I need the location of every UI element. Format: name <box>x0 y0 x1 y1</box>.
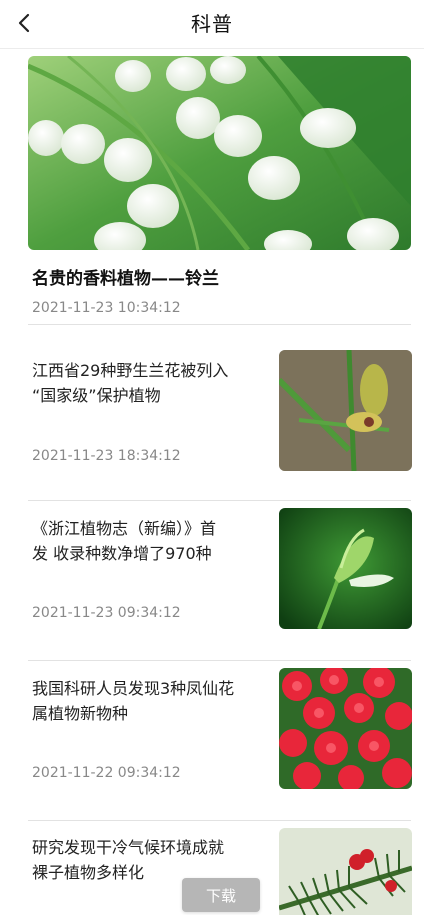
divider <box>28 324 411 325</box>
download-button[interactable]: 下载 <box>182 878 260 912</box>
divider <box>28 820 411 821</box>
divider <box>28 500 411 501</box>
article-title: 我国科研人员发现3种凤仙花 属植物新物种 <box>32 679 235 723</box>
hero-image <box>28 56 411 250</box>
article-date: 2021-11-23 18:34:12 <box>32 448 181 464</box>
article-list[interactable]: 名贵的香料植物——铃兰 2021-11-23 10:34:12 江西省29种野生… <box>0 48 424 915</box>
article-date: 2021-11-22 09:34:12 <box>32 765 181 781</box>
article-thumbnail <box>279 828 412 915</box>
article-date: 2021-11-23 09:34:12 <box>32 605 181 621</box>
article-title: 《浙江植物志（新编）》首 发 收录种数净增了970种 <box>32 519 217 563</box>
article-thumbnail <box>279 508 412 629</box>
divider <box>28 660 411 661</box>
hero-article-title: 名贵的香料植物——铃兰 <box>32 269 219 289</box>
article-thumbnail <box>279 668 412 789</box>
hero-article-date: 2021-11-23 10:34:12 <box>32 300 181 316</box>
article-title: 江西省29种野生兰花被列入 “国家级”保护植物 <box>32 361 229 405</box>
article-thumbnail <box>279 350 412 471</box>
page-title: 科普 <box>191 12 233 36</box>
top-bar: 科普 <box>0 0 424 49</box>
